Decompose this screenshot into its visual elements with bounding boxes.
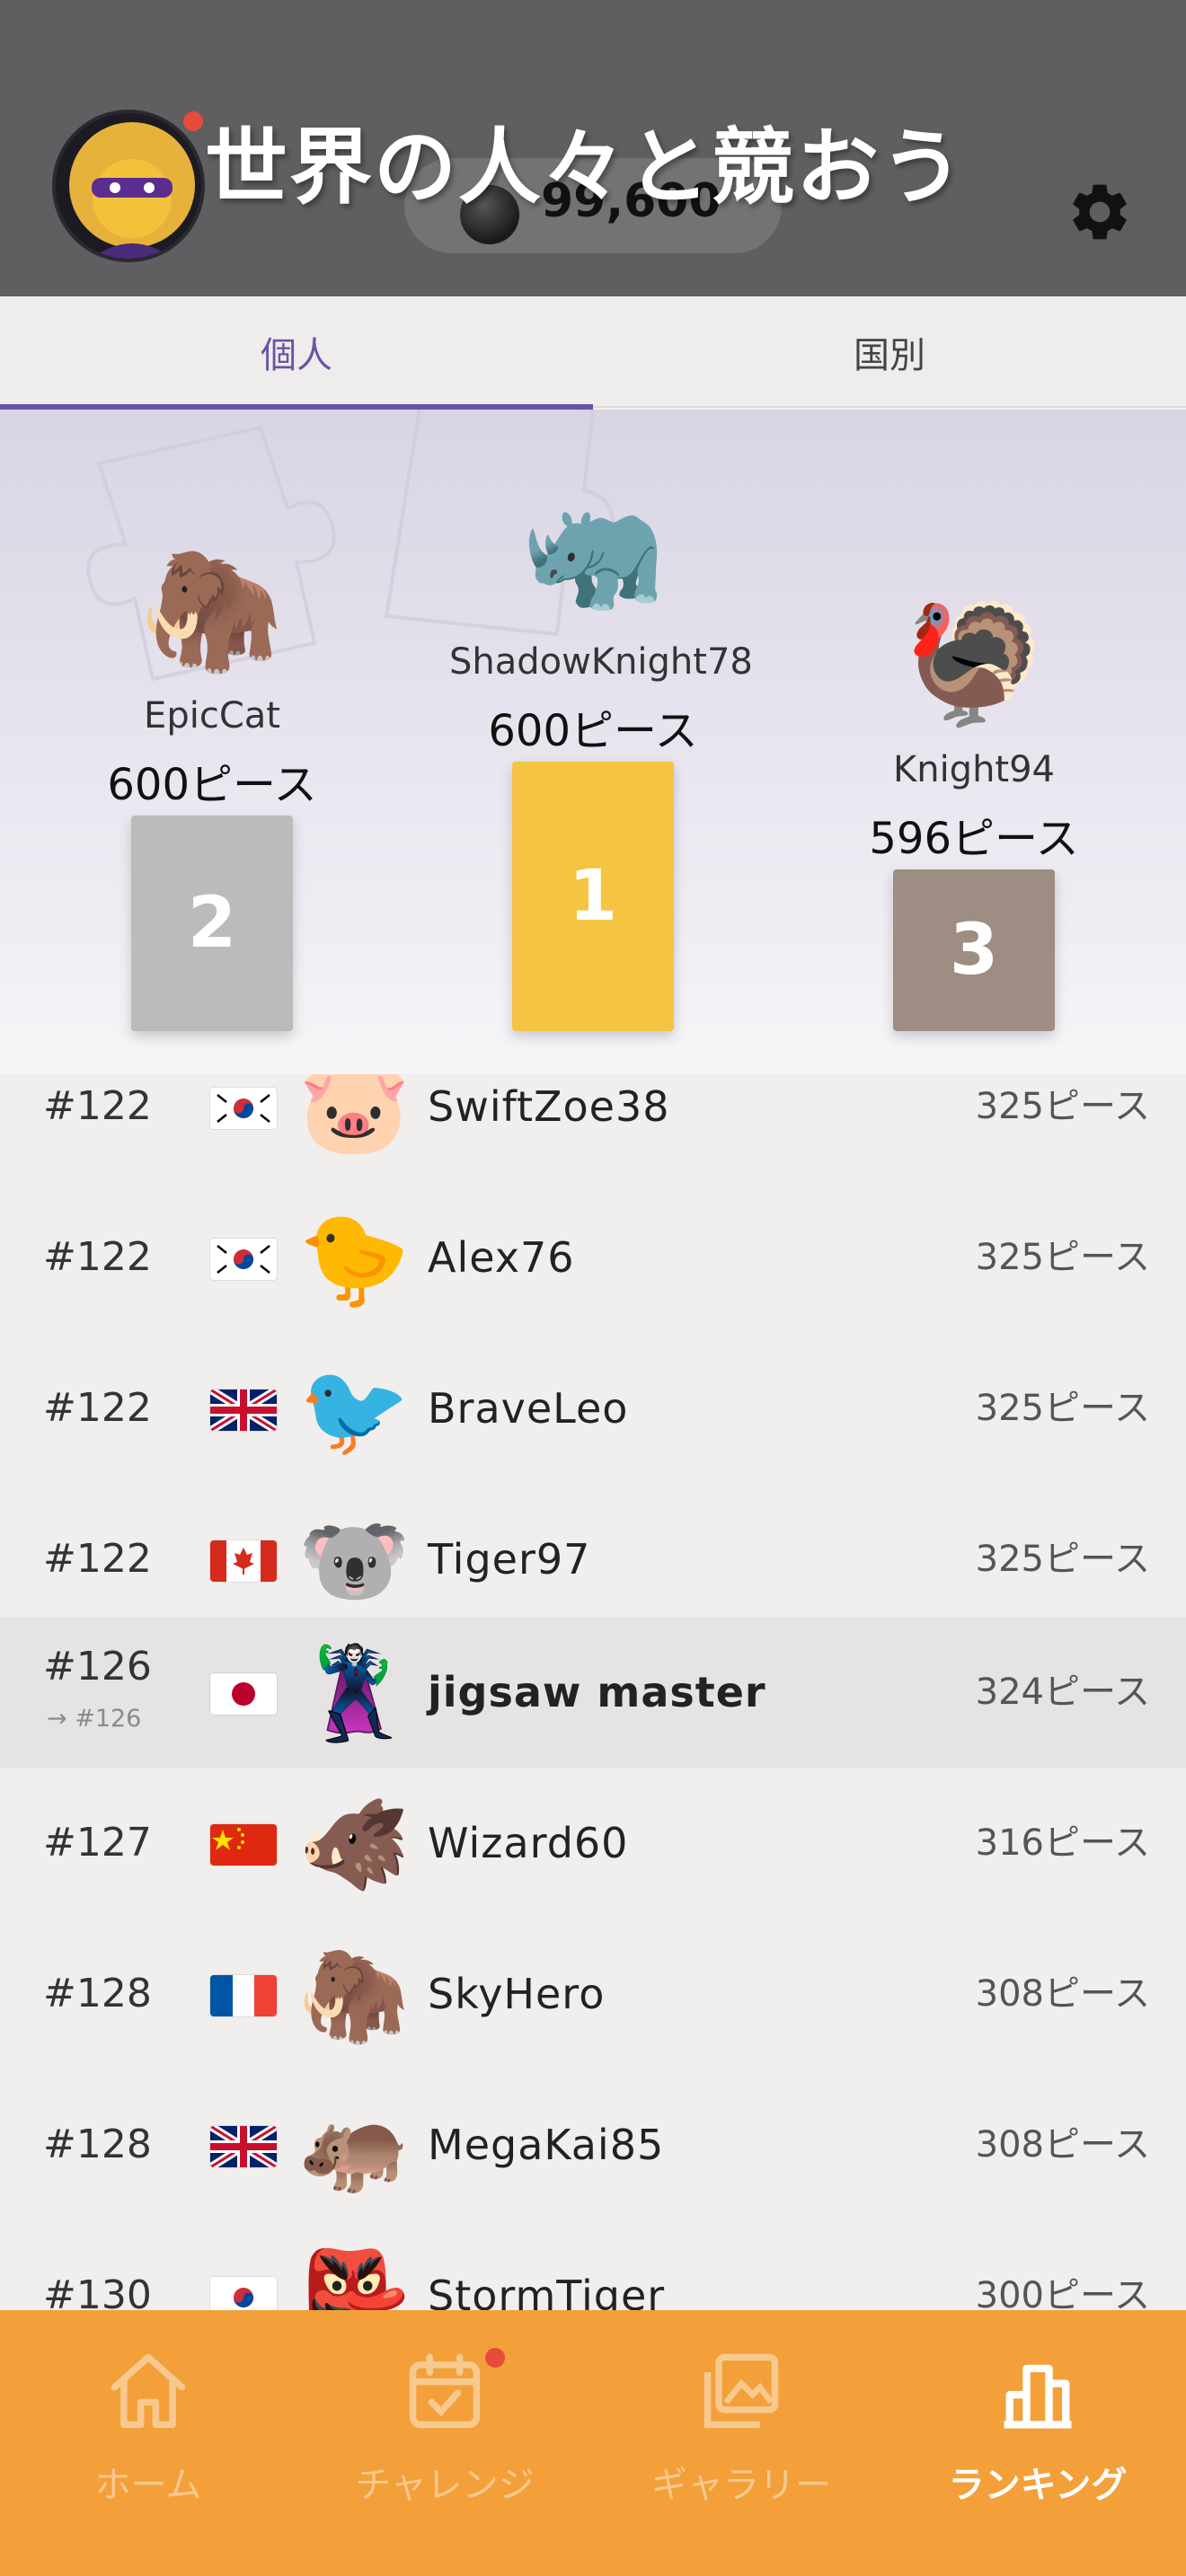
user-name: MegaKai85: [428, 2121, 665, 2169]
nav-label: チャレンジ: [355, 2465, 535, 2506]
list-item[interactable]: #130 👺 StormTiger 300ピース: [0, 2220, 1186, 2310]
notification-dot: [183, 111, 203, 131]
flag-jp-icon: [210, 1673, 277, 1715]
tab-label: 個人: [261, 335, 332, 376]
user-score: 308ピース: [975, 1973, 1150, 2015]
user-score: 325ピース: [975, 1388, 1150, 1429]
calendar-check-icon: [409, 2353, 481, 2429]
list-item[interactable]: #122 🐷 SwiftZoe38 325ピース: [0, 1074, 1186, 1182]
user-name: SwiftZoe38: [428, 1082, 670, 1131]
podium-3-block: 3: [893, 869, 1055, 1031]
podium-1-avatar: 🦏: [520, 482, 666, 619]
current-user-row[interactable]: #126 → #126 🦹 jigsaw master 324ピース: [0, 1617, 1186, 1768]
list-item[interactable]: #128 🦛 MegaKai85 308ピース: [0, 2069, 1186, 2220]
flag-kr-icon: [210, 1088, 277, 1129]
user-name: SkyHero: [428, 1970, 606, 2018]
user-avatar: 👺: [298, 2245, 411, 2310]
ranking-icon: [1004, 2364, 1072, 2429]
user-score: 300ピース: [975, 2275, 1150, 2310]
user-score: 316ピース: [975, 1822, 1150, 1864]
home-icon: [111, 2353, 186, 2429]
nav-gallery[interactable]: ギャラリー: [593, 2346, 890, 2526]
user-avatar: 🐤: [298, 1206, 411, 1311]
podium-3-score: 596ピース: [869, 814, 1079, 864]
page-title: 世界の人々と競おう: [205, 119, 966, 216]
podium-1-name: ShadowKnight78: [449, 641, 753, 683]
user-score: 325ピース: [975, 1237, 1150, 1278]
challenge-notification-dot: [485, 2348, 505, 2368]
podium-2-name: EpicCat: [144, 695, 280, 737]
podium: 🦣 EpicCat 600ピース 2 🦏 ShadowKnight78 600ピ…: [0, 410, 1186, 1074]
user-name: jigsaw master: [428, 1668, 766, 1716]
gallery-icon: [704, 2353, 779, 2429]
user-avatar: 🐨: [298, 1508, 411, 1613]
user-avatar: 🦹: [298, 1641, 411, 1746]
rank-number: #122: [43, 1385, 152, 1431]
flag-fr-icon: [210, 1975, 277, 2016]
nav-label: ギャラリー: [651, 2465, 831, 2506]
nav-ranking[interactable]: ランキング: [890, 2346, 1186, 2526]
podium-3-avatar: 🦃: [901, 595, 1047, 732]
nav-label: ホーム: [94, 2465, 202, 2506]
previous-rank: → #126: [47, 1705, 142, 1733]
rank-number: #130: [43, 2272, 152, 2310]
rank-number: #128: [43, 1971, 152, 2016]
rank-number: #122: [43, 1083, 152, 1129]
podium-2-avatar: 🦣: [139, 542, 285, 678]
tab-individual[interactable]: 個人: [0, 296, 593, 410]
list-item[interactable]: #122 🐦 BraveLeo 325ピース: [0, 1333, 1186, 1484]
user-score: 324ピース: [975, 1672, 1150, 1713]
user-score: 325ピース: [975, 1539, 1150, 1580]
flag-kr-icon: [210, 2277, 277, 2310]
rank-number: #128: [43, 2122, 152, 2167]
podium-3-name: Knight94: [892, 749, 1056, 790]
tab-by-country[interactable]: 国別: [593, 296, 1186, 408]
user-score: 308ピース: [975, 2124, 1150, 2166]
user-name: StormTiger: [428, 2272, 666, 2310]
list-item[interactable]: #122 🐤 Alex76 325ピース: [0, 1182, 1186, 1333]
user-name: Tiger97: [428, 1535, 591, 1584]
podium-2-block: 2: [131, 816, 293, 1031]
list-item[interactable]: #128 🦣 SkyHero 308ピース: [0, 1919, 1186, 2069]
ranking-tabs: 個人 国別: [0, 296, 1186, 410]
user-avatar: 🦣: [298, 1943, 411, 2048]
bottom-nav: ホーム チャレンジ ギャラリー ランキング: [0, 2310, 1186, 2576]
nav-challenge[interactable]: チャレンジ: [296, 2346, 593, 2526]
user-name: Wizard60: [428, 1819, 629, 1867]
list-item[interactable]: #127 🐗 Wizard60 316ピース: [0, 1768, 1186, 1919]
rank-number: #122: [43, 1234, 152, 1280]
list-item[interactable]: #122 🐨 Tiger97 325ピース: [0, 1484, 1186, 1635]
podium-1-score: 600ピース: [488, 706, 698, 756]
user-name: Alex76: [428, 1233, 575, 1282]
user-name: BraveLeo: [428, 1384, 629, 1433]
flag-kr-icon: [210, 1239, 277, 1280]
profile-avatar[interactable]: [52, 110, 205, 262]
user-avatar: 🐷: [298, 1074, 411, 1160]
rank-number: #127: [43, 1820, 152, 1866]
gear-icon[interactable]: [1066, 178, 1134, 246]
flag-gb-icon: [210, 2126, 277, 2167]
ranking-list[interactable]: #122 🐷 SwiftZoe38 325ピース #122 🐤 Alex76 3…: [0, 1074, 1186, 2310]
flag-ca-icon: [210, 1540, 277, 1582]
tab-label: 国別: [854, 335, 925, 376]
user-avatar: 🐗: [298, 1792, 411, 1897]
flag-cn-icon: [210, 1824, 277, 1866]
podium-2-score: 600ピース: [107, 760, 317, 810]
rank-number: #122: [43, 1536, 152, 1582]
nav-home[interactable]: ホーム: [0, 2346, 296, 2526]
flag-gb-icon: [210, 1389, 277, 1431]
user-score: 325ピース: [975, 1086, 1150, 1127]
user-avatar: 🐦: [298, 1357, 411, 1462]
user-avatar: 🦛: [298, 2094, 411, 2199]
podium-1-block: 1: [512, 762, 674, 1031]
nav-label: ランキング: [948, 2465, 1128, 2506]
header-bar: 99,600 世界の人々と競おう: [0, 0, 1186, 296]
